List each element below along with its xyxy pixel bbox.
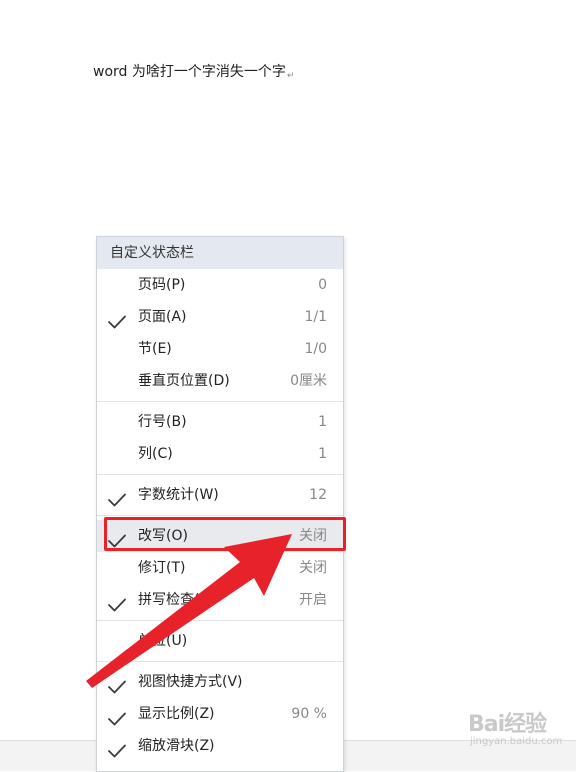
menu-item-value: 0厘米 [290,373,327,389]
menu-separator [97,661,343,662]
menu-item-zoom-slider[interactable]: 缩放滑块(Z) [97,730,343,762]
checkmark-icon [107,488,127,507]
checkmark-icon [107,561,127,577]
menu-item-label: 垂直页位置(D) [138,373,230,389]
menu-item-spell-check[interactable]: 拼写检查(S) 开启 [97,584,343,616]
checkmark-icon [107,415,127,431]
menu-item-value: 1/0 [304,341,327,357]
menu-item-section[interactable]: 节(E) 1/0 [97,333,343,365]
watermark-logo-text: Bai经验 [468,712,547,737]
menu-separator [97,474,343,475]
checkmark-icon [107,707,127,726]
menu-item-zoom[interactable]: 显示比例(Z) 90 % [97,698,343,730]
checkmark-icon [107,447,127,463]
menu-item-column[interactable]: 列(C) 1 [97,438,343,470]
paragraph-mark-icon: ↵ [286,71,295,81]
menu-item-label: 缩放滑块(Z) [138,738,215,754]
menu-item-label: 列(C) [138,446,173,462]
menu-separator [97,401,343,402]
menu-item-value: 开启 [299,592,327,608]
menu-item-line-number[interactable]: 行号(B) 1 [97,406,343,438]
menu-separator [97,620,343,621]
menu-item-vertical-page-position[interactable]: 垂直页位置(D) 0厘米 [97,365,343,397]
checkmark-icon [107,342,127,358]
menu-title: 自定义状态栏 [97,237,343,269]
menu-item-value: 关闭 [299,560,327,576]
menu-item-view-shortcuts[interactable]: 视图快捷方式(V) [97,666,343,698]
menu-item-word-count[interactable]: 字数统计(W) 12 [97,479,343,511]
menu-item-label: 行号(B) [138,414,187,430]
menu-item-label: 显示比例(Z) [138,706,215,722]
menu-item-value: 90 % [291,706,327,722]
menu-item-units[interactable]: 单位(U) [97,625,343,657]
menu-item-label: 改写(O) [138,528,188,544]
menu-separator [97,515,343,516]
menu-item-label: 节(E) [138,341,172,357]
menu-item-label: 单位(U) [138,633,188,649]
menu-item-value: 0 [318,277,327,293]
checkmark-icon [107,593,127,612]
document-text-content: word 为啥打一个字消失一个字 [93,64,286,80]
menu-item-value: 1/1 [304,309,327,325]
menu-item-label: 字数统计(W) [138,487,219,503]
menu-item-page-number[interactable]: 页码(P) 0 [97,269,343,301]
checkmark-icon [107,278,127,294]
checkmark-icon [107,675,127,694]
checkmark-icon [107,739,127,758]
customize-status-bar-menu: 自定义状态栏 页码(P) 0 页面(A) 1/1 节(E) 1/0 垂直页位置(… [96,236,344,772]
menu-item-label: 拼写检查(S) [138,592,214,608]
menu-item-track-changes[interactable]: 修订(T) 关闭 [97,552,343,584]
menu-item-value: 12 [309,487,327,503]
menu-item-label: 修订(T) [138,560,186,576]
menu-item-label: 页码(P) [138,277,186,293]
checkmark-icon [107,634,127,650]
checkmark-icon [107,374,127,390]
checkmark-icon [107,529,127,548]
checkmark-icon [107,310,127,329]
menu-item-page[interactable]: 页面(A) 1/1 [97,301,343,333]
menu-item-label: 页面(A) [138,309,187,325]
document-text[interactable]: word 为啥打一个字消失一个字↵ [93,62,294,86]
menu-item-overtype[interactable]: 改写(O) 关闭 [97,520,343,552]
menu-item-label: 视图快捷方式(V) [138,674,243,690]
menu-item-value: 关闭 [299,528,327,544]
menu-item-value: 1 [318,414,327,430]
menu-item-value: 1 [318,446,327,462]
